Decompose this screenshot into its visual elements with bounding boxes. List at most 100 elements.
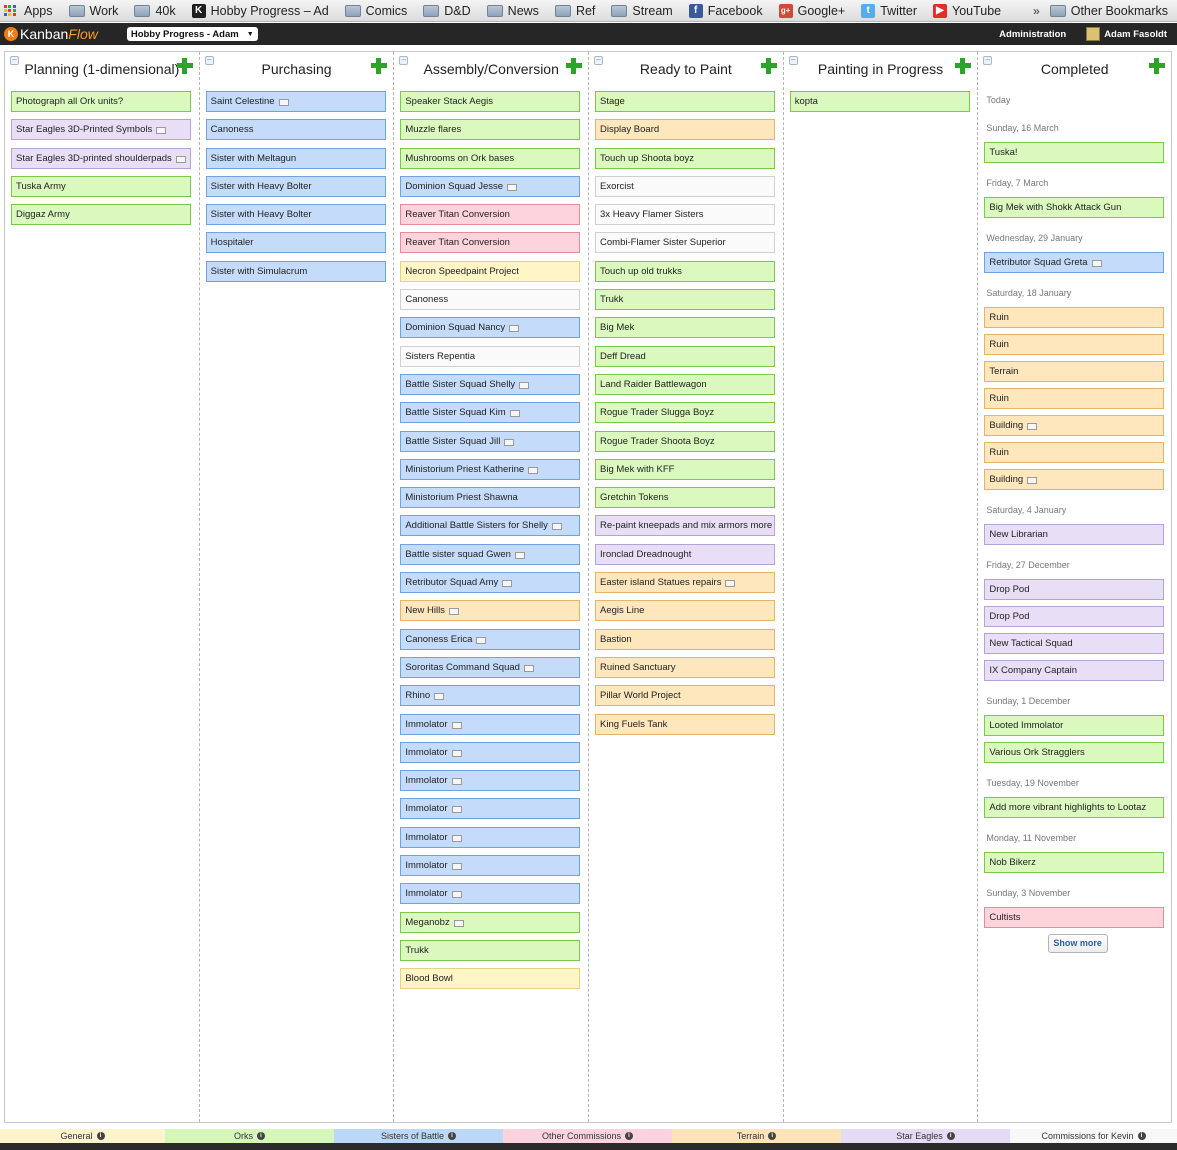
show-more-button[interactable]: Show more xyxy=(1047,934,1108,953)
task-card[interactable]: 3x Heavy Flamer Sisters xyxy=(595,204,776,226)
add-task-icon[interactable] xyxy=(176,58,193,74)
bookmark-google[interactable]: g+ Google+ xyxy=(778,0,845,21)
add-task-icon[interactable] xyxy=(566,58,583,74)
task-card[interactable]: Retributor Squad Greta xyxy=(984,252,1165,273)
administration-link[interactable]: Administration xyxy=(999,29,1066,40)
info-icon[interactable]: i xyxy=(946,1132,955,1140)
task-card[interactable]: New Hills xyxy=(400,600,581,622)
task-card[interactable]: Ministorium Priest Shawna xyxy=(400,487,581,509)
task-card[interactable]: Canoness xyxy=(205,119,386,141)
info-icon[interactable]: i xyxy=(625,1132,634,1140)
task-card[interactable]: Pillar World Project xyxy=(595,685,776,707)
task-card[interactable]: Saint Celestine xyxy=(205,91,386,112)
task-card[interactable]: Big Mek with Shokk Attack Gun xyxy=(984,197,1165,218)
task-card[interactable]: Ironclad Dreadnought xyxy=(595,543,776,565)
task-card[interactable]: Cultists xyxy=(984,907,1165,928)
bookmark-ref[interactable]: Ref xyxy=(554,0,595,21)
task-card[interactable]: Mushrooms on Ork bases xyxy=(400,147,581,169)
task-card[interactable]: New Librarian xyxy=(984,524,1165,545)
task-card[interactable]: Add more vibrant highlights to Lootaz xyxy=(984,797,1165,818)
task-card[interactable]: Sororitas Command Squad xyxy=(400,656,581,678)
task-card[interactable]: Battle Sister Squad Shelly xyxy=(400,373,581,395)
task-card[interactable]: Ruin xyxy=(984,388,1165,409)
task-card[interactable]: Immolator xyxy=(400,883,581,905)
bookmark-d-d[interactable]: D&D xyxy=(423,0,471,21)
add-task-icon[interactable] xyxy=(760,58,777,74)
info-icon[interactable]: i xyxy=(1137,1132,1146,1140)
legend-other-commissions[interactable]: Other Commissions i xyxy=(503,1129,672,1143)
task-card[interactable]: New Tactical Squad xyxy=(984,633,1165,654)
task-card[interactable]: Tuska Army xyxy=(11,175,191,197)
task-card[interactable]: Immolator xyxy=(400,713,581,735)
task-card[interactable]: Ruin xyxy=(984,334,1165,355)
task-card[interactable]: Trukk xyxy=(400,939,581,961)
task-card[interactable]: Sister with Meltagun xyxy=(205,147,386,169)
task-card[interactable]: Nob Bikerz xyxy=(984,852,1165,873)
task-card[interactable]: Big Mek with KFF xyxy=(595,458,776,480)
task-card[interactable]: Photograph all Ork units? xyxy=(11,91,191,112)
task-card[interactable]: Canoness Erica xyxy=(400,628,581,650)
bookmark-stream[interactable]: Stream xyxy=(611,0,673,21)
task-card[interactable]: Stage xyxy=(595,91,776,112)
info-icon[interactable]: i xyxy=(448,1132,457,1140)
task-card[interactable]: Immolator xyxy=(400,826,581,848)
task-card[interactable]: Reaver Titan Conversion xyxy=(400,204,581,226)
task-card[interactable]: Gretchin Tokens xyxy=(595,487,776,509)
task-card[interactable]: Battle sister squad Gwen xyxy=(400,543,581,565)
task-card[interactable]: Drop Pod xyxy=(984,579,1165,600)
task-card[interactable]: Speaker Stack Aegis xyxy=(400,91,581,112)
task-card[interactable]: Dominion Squad Nancy xyxy=(400,317,581,339)
task-card[interactable]: Rogue Trader Shoota Boyz xyxy=(595,430,776,452)
task-card[interactable]: Battle Sister Squad Jill xyxy=(400,430,581,452)
legend-commissions-for-kevin[interactable]: Commissions for Kevin i xyxy=(1010,1129,1177,1143)
info-icon[interactable]: i xyxy=(257,1132,265,1140)
legend-star-eagles[interactable]: Star Eagles i xyxy=(841,1129,1010,1143)
task-card[interactable]: Rhino xyxy=(400,685,581,707)
task-card[interactable]: Ruined Sanctuary xyxy=(595,656,776,678)
task-card[interactable]: Ministorium Priest Katherine xyxy=(400,458,581,480)
task-card[interactable]: Reaver Titan Conversion xyxy=(400,232,581,254)
task-card[interactable]: Rogue Trader Slugga Boyz xyxy=(595,402,776,424)
legend-orks[interactable]: Orks i xyxy=(165,1129,334,1143)
task-card[interactable]: Sisters Repentia xyxy=(400,345,581,367)
task-card[interactable]: Immolator xyxy=(400,855,581,877)
task-card[interactable]: Trukk xyxy=(595,289,776,311)
task-card[interactable]: Muzzle flares xyxy=(400,119,581,141)
user-menu[interactable]: Adam Fasoldt xyxy=(1086,27,1167,41)
task-card[interactable]: Building xyxy=(984,469,1165,490)
task-card[interactable]: Sister with Heavy Bolter xyxy=(205,204,386,226)
task-card[interactable]: Immolator xyxy=(400,770,581,792)
task-card[interactable]: IX Company Captain xyxy=(984,660,1165,681)
task-card[interactable]: Easter island Statues repairs xyxy=(595,572,776,594)
bookmark-facebook[interactable]: f Facebook xyxy=(688,0,763,21)
task-card[interactable]: Display Board xyxy=(595,119,776,141)
task-card[interactable]: Deff Dread xyxy=(595,345,776,367)
legend-general[interactable]: General i xyxy=(0,1129,165,1143)
task-card[interactable]: Canoness xyxy=(400,289,581,311)
task-card[interactable]: Terrain xyxy=(984,361,1165,382)
task-card[interactable]: Bastion xyxy=(595,628,776,650)
bookmark-comics[interactable]: Comics xyxy=(344,0,407,21)
task-card[interactable]: Exorcist xyxy=(595,175,776,197)
task-card[interactable]: Ruin xyxy=(984,307,1165,328)
bookmark-youtube[interactable]: ▶ YouTube xyxy=(933,0,1001,21)
task-card[interactable]: Re-paint kneepads and mix armors more xyxy=(595,515,776,537)
task-card[interactable]: Additional Battle Sisters for Shelly xyxy=(400,515,581,537)
board-selector[interactable]: Hobby Progress - Adam ▼ xyxy=(126,27,258,41)
task-card[interactable]: Hospitaler xyxy=(205,232,386,254)
task-card[interactable]: Aegis Line xyxy=(595,600,776,622)
task-card[interactable]: Land Raider Battlewagon xyxy=(595,373,776,395)
task-card[interactable]: Touch up old trukks xyxy=(595,260,776,282)
task-card[interactable]: Meganobz xyxy=(400,911,581,933)
info-icon[interactable]: i xyxy=(768,1132,777,1140)
task-card[interactable]: Looted Immolator xyxy=(984,715,1165,736)
task-card[interactable]: Battle Sister Squad Kim xyxy=(400,402,581,424)
kanbanflow-logo[interactable]: K Kanban Flow xyxy=(4,26,98,42)
bookmark-news[interactable]: News xyxy=(486,0,539,21)
add-task-icon[interactable] xyxy=(371,58,388,74)
task-card[interactable]: Drop Pod xyxy=(984,606,1165,627)
task-card[interactable]: kopta xyxy=(789,91,970,112)
task-card[interactable]: Necron Speedpaint Project xyxy=(400,260,581,282)
bookmark-work[interactable]: Work xyxy=(68,0,118,21)
legend-sisters-of-battle[interactable]: Sisters of Battle i xyxy=(334,1129,503,1143)
